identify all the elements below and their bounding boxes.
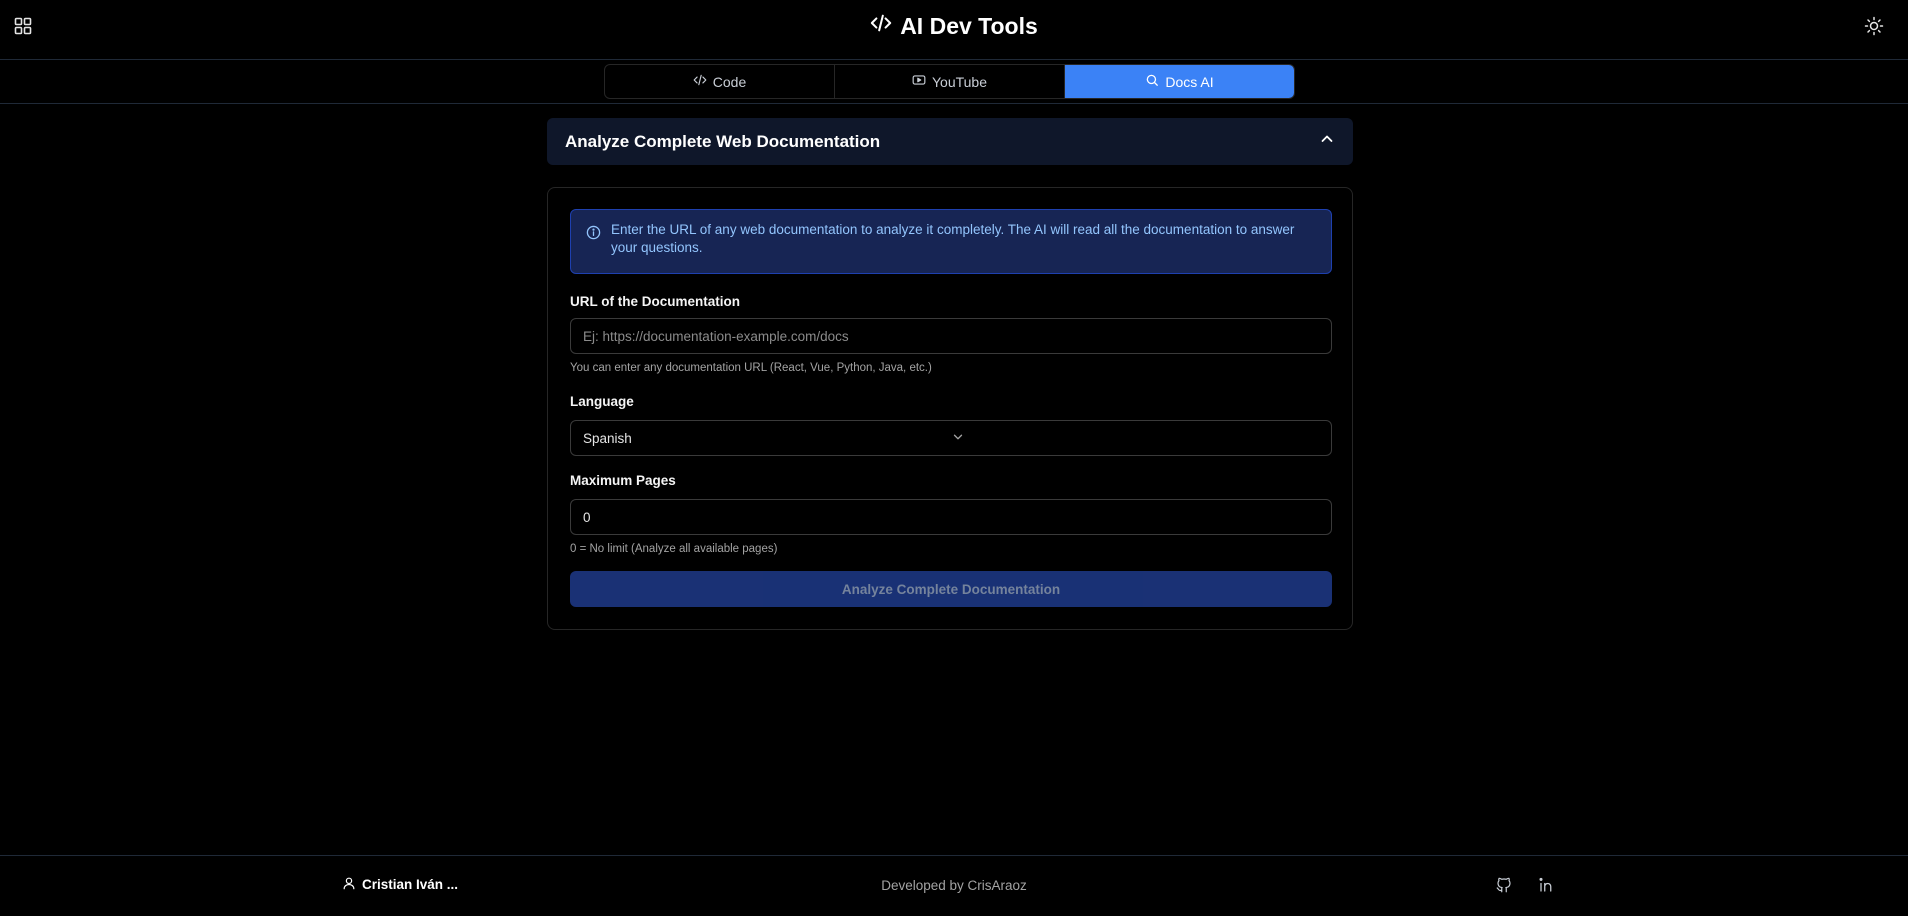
linkedin-icon[interactable] xyxy=(1538,876,1556,894)
code-icon xyxy=(693,73,707,90)
tab-youtube[interactable]: YouTube xyxy=(835,65,1065,98)
tab-list: Code YouTube Docs AI xyxy=(604,64,1295,99)
chevron-up-icon xyxy=(1319,131,1335,152)
sun-icon[interactable] xyxy=(1864,16,1884,36)
search-icon xyxy=(1145,73,1159,90)
tab-docs-ai[interactable]: Docs AI xyxy=(1065,65,1294,98)
tab-code[interactable]: Code xyxy=(605,65,835,98)
github-icon[interactable] xyxy=(1495,876,1513,894)
app-title: AI Dev Tools xyxy=(900,12,1038,39)
tabs-bar: Code YouTube Docs AI xyxy=(0,60,1908,104)
tab-label: YouTube xyxy=(931,73,987,90)
code-icon xyxy=(870,12,892,40)
max-pages-label: Maximum Pages xyxy=(570,473,676,488)
language-select[interactable]: Spanish xyxy=(570,420,1332,456)
analyze-button[interactable]: Analyze Complete Documentation xyxy=(570,571,1332,607)
url-hint: You can enter any documentation URL (Rea… xyxy=(570,362,932,374)
max-pages-input[interactable] xyxy=(570,499,1332,535)
url-label: URL of the Documentation xyxy=(570,294,740,309)
tab-label: Docs AI xyxy=(1165,73,1214,90)
max-pages-hint: 0 = No limit (Analyze all available page… xyxy=(570,543,778,555)
language-value: Spanish xyxy=(583,430,632,446)
app-header: AI Dev Tools xyxy=(0,0,1908,60)
chevron-down-icon xyxy=(951,430,1319,447)
info-text: Enter the URL of any web documentation t… xyxy=(611,222,1295,255)
app-footer: Cristian Iván ... Developed by CrisAraoz xyxy=(0,855,1908,916)
app-brand: AI Dev Tools xyxy=(0,12,1908,40)
tab-label: Code xyxy=(712,73,747,90)
youtube-icon xyxy=(912,73,926,90)
section-title: Analyze Complete Web Documentation xyxy=(565,131,881,151)
url-input[interactable] xyxy=(570,318,1332,354)
docs-form-card: Enter the URL of any web documentation t… xyxy=(547,187,1353,630)
section-header-toggle[interactable]: Analyze Complete Web Documentation xyxy=(547,118,1353,165)
info-alert: Enter the URL of any web documentation t… xyxy=(570,209,1332,274)
footer-credit: Developed by CrisAraoz xyxy=(881,878,1027,893)
language-label: Language xyxy=(570,394,634,409)
